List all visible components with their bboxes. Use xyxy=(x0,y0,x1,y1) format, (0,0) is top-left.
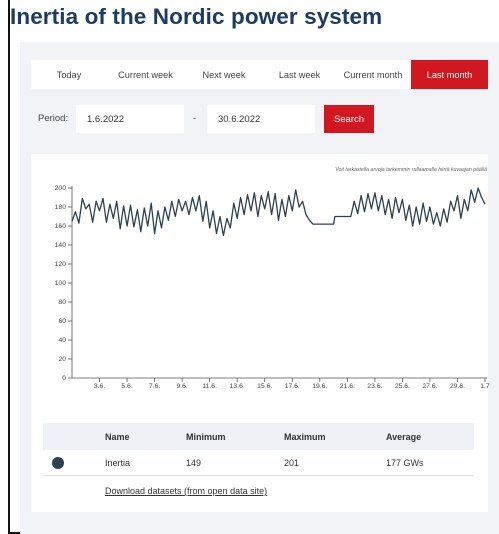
y-tick-label: 20 xyxy=(58,356,66,363)
x-tick-label: 29.6. xyxy=(450,383,465,390)
header-minimum: Minimum xyxy=(186,432,226,442)
x-tick-label: 19.6. xyxy=(312,383,327,390)
series-line-inertia[interactable] xyxy=(71,187,486,237)
x-tick-label: 13.6. xyxy=(230,383,245,390)
y-tick-label: 200 xyxy=(55,185,67,192)
y-tick-label: 40 xyxy=(58,337,66,344)
y-tick-label: 60 xyxy=(58,318,66,325)
x-tick-label: 27.6. xyxy=(422,383,437,390)
x-tick-label: 3.6. xyxy=(94,383,105,390)
row-name: Inertia xyxy=(105,458,131,468)
y-tick-label: 140 xyxy=(55,242,67,249)
header-name: Name xyxy=(105,432,130,442)
row-maximum: 201 xyxy=(284,458,300,468)
x-tick-label: 9.6. xyxy=(176,383,187,390)
header-maximum: Maximum xyxy=(284,432,326,442)
x-tick-label: 1.7 xyxy=(480,383,490,390)
header-average: Average xyxy=(386,432,422,442)
y-tick-label: 100 xyxy=(55,280,67,287)
row-average: 177 GWs xyxy=(386,458,424,468)
x-tick-label: 11.6. xyxy=(202,383,217,390)
x-tick-label: 5.6. xyxy=(121,383,132,390)
x-tick-label: 23.6. xyxy=(367,383,382,390)
y-tick-label: 180 xyxy=(55,204,67,211)
row-minimum: 149 xyxy=(186,458,202,468)
y-tick-label: 120 xyxy=(55,261,67,268)
row-divider xyxy=(43,475,474,476)
x-tick-label: 25.6. xyxy=(395,383,410,390)
download-datasets-link[interactable]: Download datasets (from open data site) xyxy=(105,486,267,496)
x-tick-label: 15.6. xyxy=(257,383,272,390)
x-tick-label: 7.6. xyxy=(149,383,160,390)
y-tick-label: 160 xyxy=(55,223,67,230)
y-tick-label: 80 xyxy=(58,299,66,306)
series-color-dot[interactable] xyxy=(52,457,64,469)
x-tick-label: 21.6. xyxy=(340,383,355,390)
y-tick-label: 0 xyxy=(62,375,66,382)
x-tick-label: 17.6. xyxy=(285,383,300,390)
